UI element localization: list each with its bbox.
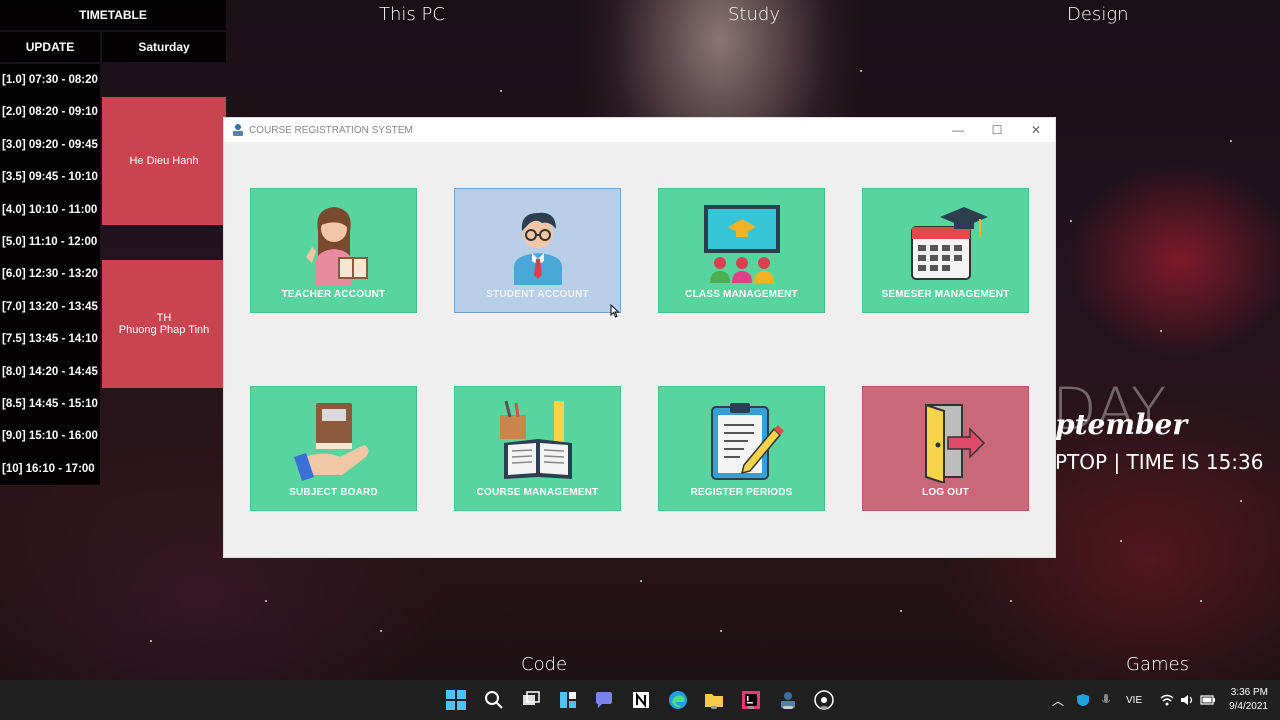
teacher-account-button[interactable]: TEACHER ACCOUNT [250,188,417,313]
time-slot: [7.0] 13:20 - 13:45 [2,300,98,313]
system-tray: ︿ VIE [1052,680,1216,720]
time-slot: [3.0] 09:20 - 09:45 [2,138,98,151]
obs-app[interactable] [812,688,836,712]
event-subtitle: Phuong Phap Tinh [118,324,210,336]
time-slot: [8.0] 14:20 - 14:45 [2,365,98,378]
clipboard-icon [710,403,784,480]
volume-icon[interactable] [1180,694,1194,706]
course-books-icon [499,400,572,479]
timetable-widget: TIMETABLE UPDATE Saturday [1.0] 07:30 - … [0,0,226,490]
student-account-button[interactable]: STUDENT ACCOUNT [454,188,621,313]
widgets-button[interactable] [556,688,580,712]
desktop-label-study[interactable]: Study [728,4,780,25]
window-title: COURSE REGISTRATION SYSTEM [249,124,413,136]
time-slot: [1.0] 07:30 - 08:20 [2,74,98,86]
calendar-icon [910,207,988,280]
mouse-cursor-icon [610,304,620,318]
running-indicator [821,706,827,709]
edge-browser-icon [669,691,687,709]
widgets-icon [560,692,576,708]
taskbar: ︿ VIE 3:36 PM 9/4/2021 [0,680,1280,720]
tile-label: LOG OUT [922,487,969,498]
class-management-button[interactable]: CLASS MANAGEMENT [658,188,825,313]
clock-time-text: PTOP | TIME IS 15:36 [1055,450,1264,474]
book-hand-icon [293,403,369,481]
course-management-button[interactable]: COURSE MANAGEMENT [454,386,621,511]
search-button[interactable] [482,688,506,712]
desktop-label-design[interactable]: Design [1067,4,1129,25]
tile-label: SUBJECT BOARD [289,487,378,498]
notion-app[interactable] [629,688,653,712]
window-titlebar[interactable]: COURSE REGISTRATION SYSTEM — ☐ ✕ [224,118,1055,142]
start-button[interactable] [444,688,468,712]
intellij-app[interactable] [739,688,763,712]
language-indicator[interactable]: VIE [1126,695,1142,706]
clock-month-text: ptember [1055,408,1188,441]
maximize-button[interactable]: ☐ [977,118,1017,142]
desktop-label-games[interactable]: Games [1126,654,1189,675]
app-icon [233,124,243,136]
defender-shield-icon[interactable] [1076,693,1090,707]
time-slot: [8.5] 14:45 - 15:10 [2,397,98,410]
running-indicator [711,706,717,709]
active-indicator [783,706,793,709]
timetable-event[interactable]: TH Phuong Phap Tinh [102,260,226,388]
teams-chat-icon [596,692,612,708]
tile-label: TEACHER ACCOUNT [281,289,386,300]
clock-time: 3:36 PM [1230,687,1268,698]
windows-start-icon [446,690,466,710]
timetable-event[interactable]: He Dieu Hanh [102,97,226,225]
time-slot: [3.5] 09:45 - 10:10 [2,171,98,184]
microphone-icon[interactable] [1100,693,1112,707]
file-explorer-app[interactable] [702,688,726,712]
time-slot: [9.0] 15:10 - 16:00 [2,430,98,443]
course-registration-window: COURSE REGISTRATION SYSTEM — ☐ ✕ TEACHER… [223,117,1056,558]
exit-door-icon [924,403,985,483]
classroom-icon [703,205,780,283]
task-view-icon [523,691,540,705]
desktop-label-code[interactable]: Code [521,654,567,675]
timetable-times: [1.0] 07:30 - 08:20 [2.0] 08:20 - 09:10 … [0,64,100,486]
running-indicator [748,706,754,709]
subject-board-button[interactable]: SUBJECT BOARD [250,386,417,511]
taskbar-clock[interactable]: 3:36 PM 9/4/2021 [1229,686,1268,714]
desktop-label-this-pc[interactable]: This PC [379,4,445,25]
chevron-up-icon[interactable]: ︿ [1052,692,1064,709]
notion-icon [633,692,649,708]
task-view-button[interactable] [519,688,543,712]
student-icon [513,212,562,285]
register-periods-button[interactable]: REGISTER PERIODS [658,386,825,511]
time-slot: [10] 16:10 - 17:00 [2,462,95,475]
time-slot: [4.0] 10:10 - 11:00 [2,203,98,216]
tile-label: SEMESER MANAGEMENT [881,289,1010,300]
semester-management-button[interactable]: SEMESER MANAGEMENT [862,188,1029,313]
wifi-icon[interactable] [1160,694,1174,706]
clock-date: 9/4/2021 [1229,701,1268,712]
log-out-button[interactable]: LOG OUT [862,386,1029,511]
time-slot: [6.0] 12:30 - 13:20 [2,268,98,281]
tile-label: CLASS MANAGEMENT [685,289,798,300]
event-title: He Dieu Hanh [129,155,199,167]
battery-icon[interactable] [1200,695,1216,705]
teacher-icon [305,207,368,285]
chat-button[interactable] [592,688,616,712]
minimize-button[interactable]: — [938,118,978,142]
timetable-title: TIMETABLE [0,0,226,30]
course-app-taskbar[interactable] [776,688,800,712]
search-icon [485,691,503,709]
time-slot: [5.0] 11:10 - 12:00 [2,235,98,248]
time-slot: [7.5] 13:45 - 14:10 [2,333,98,346]
timetable-update-button[interactable]: UPDATE [0,32,100,62]
time-slot: [2.0] 08:20 - 09:10 [2,106,98,119]
tile-label: COURSE MANAGEMENT [476,487,599,498]
close-button[interactable]: ✕ [1016,118,1056,142]
event-title: TH [156,312,172,324]
tile-label: STUDENT ACCOUNT [486,289,589,300]
tile-label: REGISTER PERIODS [690,487,793,498]
timetable-day-header: Saturday [102,32,226,62]
edge-app[interactable] [666,688,690,712]
